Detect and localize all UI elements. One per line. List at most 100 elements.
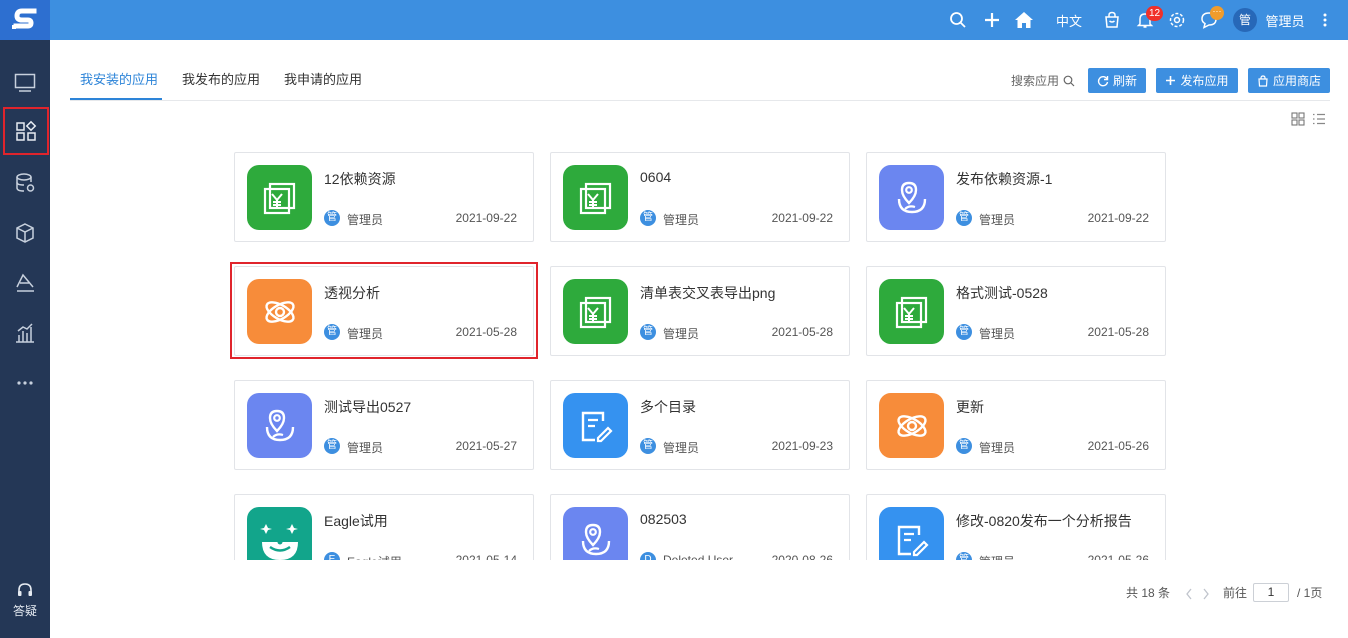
plus-icon	[1166, 76, 1176, 85]
sidebar: 答疑	[0, 0, 50, 638]
app-card[interactable]: Eagle试用 E Eagle试用 2021-05-14	[234, 494, 534, 560]
app-card[interactable]: 12依赖资源管管理员 2021-09-22	[234, 152, 534, 242]
app-title: 多个目录	[640, 399, 696, 415]
tab-divider	[70, 100, 1330, 101]
search-button[interactable]	[946, 0, 970, 40]
list-view-toggle[interactable]	[1312, 112, 1326, 126]
app-title: 清单表交叉表导出png	[640, 285, 776, 301]
chat-button[interactable]: ···	[1197, 0, 1224, 40]
app-title: Eagle试用	[324, 513, 388, 529]
map-pin-icon	[563, 507, 628, 560]
app-date: 2021-05-14	[455, 553, 517, 560]
home-button[interactable]	[1012, 0, 1036, 40]
app-card[interactable]: 发布依赖资源-1 管管理员 2021-09-22	[866, 152, 1166, 242]
owner-avatar: 管	[640, 324, 656, 340]
owner-avatar: 管	[324, 438, 340, 454]
goto-label: 前往	[1223, 586, 1248, 600]
user-name[interactable]: 管理员	[1263, 0, 1307, 40]
more-dots-icon	[17, 381, 33, 385]
yuan-report-icon	[879, 279, 944, 344]
headset-icon	[18, 583, 32, 596]
gear-icon	[1169, 12, 1185, 28]
app-card[interactable]: 清单表交叉表导出png 管管理员 2021-05-28	[550, 266, 850, 356]
sidebar-item-database[interactable]	[0, 160, 50, 206]
app-date: 2021-05-28	[771, 325, 833, 339]
app-card[interactable]: 格式测试-0528 管管理员 2021-05-28	[866, 266, 1166, 356]
next-page-button[interactable]	[1202, 583, 1210, 603]
total-pages: / 1页	[1297, 586, 1323, 600]
home-icon	[1015, 12, 1033, 28]
chat-badge: ···	[1210, 6, 1224, 20]
more-menu-button[interactable]	[1316, 0, 1334, 40]
language-switch[interactable]: 中文	[1050, 0, 1088, 40]
owner-avatar: 管	[956, 324, 972, 340]
app-date: 2021-05-26	[1087, 439, 1149, 453]
app-date: 2021-05-27	[455, 439, 517, 453]
user-avatar[interactable]: 管	[1233, 8, 1257, 32]
owner-avatar: 管	[640, 438, 656, 454]
help-button[interactable]: 答疑	[0, 582, 50, 619]
atom-icon	[879, 393, 944, 458]
sidebar-item-analysis[interactable]	[0, 310, 50, 356]
app-date: 2021-05-28	[1087, 325, 1149, 339]
bar-chart-icon	[16, 323, 34, 343]
page-number-input[interactable]: 1	[1253, 583, 1289, 602]
language-label: 中文	[1055, 13, 1082, 29]
app-date: 2021-09-22	[1087, 211, 1149, 225]
yuan-report-icon	[563, 165, 628, 230]
edit-document-icon	[563, 393, 628, 458]
sidebar-item-cube[interactable]	[0, 210, 50, 256]
owner-avatar: 管	[640, 210, 656, 226]
settings-button[interactable]	[1165, 0, 1189, 40]
owner-name: 管理员	[663, 327, 700, 341]
app-date: 2021-09-23	[771, 439, 833, 453]
app-title: 12依赖资源	[324, 171, 396, 187]
smile-face-icon	[247, 507, 312, 560]
app-card[interactable]: 0604 管管理员 2021-09-22	[550, 152, 850, 242]
tab-applied-apps[interactable]: 我申请的应用	[284, 60, 362, 100]
owner-name: Deleted User	[663, 553, 734, 560]
sidebar-item-slope[interactable]	[0, 260, 50, 306]
tab-installed-apps[interactable]: 我安装的应用	[80, 60, 158, 100]
app-date: 2021-05-26	[1087, 553, 1149, 560]
sidebar-item-monitor[interactable]	[0, 60, 50, 106]
shop-bag-button[interactable]	[1100, 0, 1124, 40]
sidebar-item-more[interactable]	[0, 360, 50, 406]
owner-avatar: 管	[956, 438, 972, 454]
grid-view-toggle[interactable]	[1291, 112, 1305, 126]
search-icon	[1063, 75, 1075, 87]
owner-avatar: E	[324, 552, 340, 560]
app-title: 082503	[640, 511, 687, 527]
app-card[interactable]: 修改-0820发布一个分析报告管管理员 2021-05-26	[866, 494, 1166, 560]
search-apps-label: 搜索应用	[1011, 74, 1060, 88]
tab-published-apps[interactable]: 我发布的应用	[182, 60, 260, 100]
app-title: 0604	[640, 169, 672, 185]
refresh-button[interactable]: 刷新	[1088, 68, 1146, 93]
refresh-label: 刷新	[1112, 74, 1137, 88]
app-card[interactable]: 更新管管理员 2021-05-26	[866, 380, 1166, 470]
app-card[interactable]: 测试导出0527 管管理员 2021-05-27	[234, 380, 534, 470]
search-icon	[950, 12, 966, 28]
list-view-icon	[1313, 113, 1325, 125]
logo-icon	[12, 8, 37, 29]
app-title: 修改-0820发布一个分析报告	[956, 513, 1132, 529]
owner-name: 管理员	[347, 441, 384, 455]
prev-page-button[interactable]	[1185, 583, 1193, 603]
shopping-bag-icon	[1105, 11, 1119, 28]
logo[interactable]	[0, 0, 50, 40]
app-card[interactable]: 多个目录管管理员 2021-09-23	[550, 380, 850, 470]
app-card[interactable]: 082503 D Deleted User 2020-08-26	[550, 494, 850, 560]
publish-app-button[interactable]: 发布应用	[1156, 68, 1238, 93]
edit-document-icon	[879, 507, 944, 560]
notification-button[interactable]: 12	[1133, 0, 1164, 40]
plus-icon	[985, 13, 999, 27]
top-bar: 中文 12 ··· 管 管理员	[50, 0, 1348, 40]
app-grid-icon	[16, 120, 37, 141]
map-pin-icon	[879, 165, 944, 230]
app-store-button[interactable]: 应用商店	[1248, 68, 1330, 93]
database-settings-icon	[16, 173, 35, 192]
search-apps[interactable]: 搜索应用	[1011, 69, 1075, 93]
app-date: 2020-08-26	[771, 553, 833, 560]
sidebar-item-apps[interactable]	[3, 107, 49, 155]
add-button[interactable]	[980, 0, 1004, 40]
